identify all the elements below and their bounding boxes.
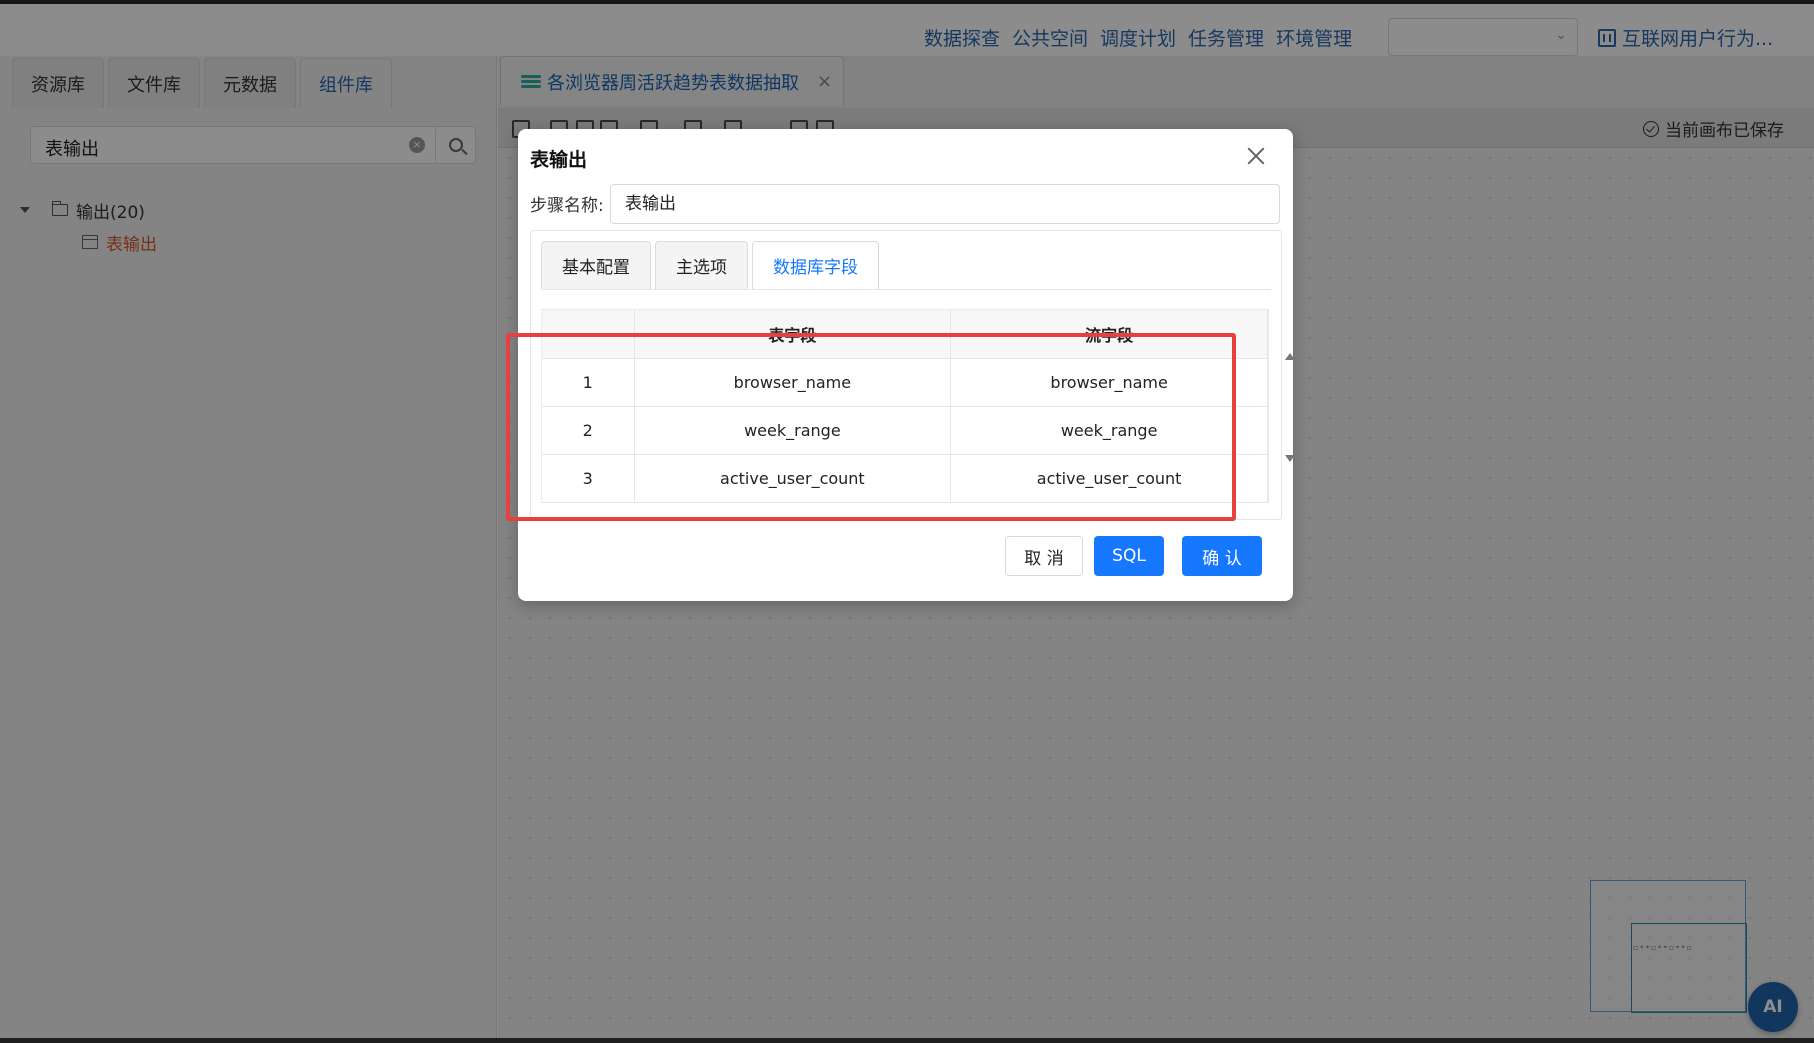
dialog-tabs: 基本配置 主选项 数据库字段 (541, 241, 879, 289)
table-row[interactable]: 2 week_range week_range (542, 406, 1268, 455)
row-index: 1 (542, 358, 635, 407)
stream-field-cell[interactable]: week_range (950, 406, 1268, 455)
col-table-field-header: 表字段 (634, 310, 952, 359)
table-row[interactable]: 3 active_user_count active_user_count (542, 454, 1268, 503)
row-index: 2 (542, 406, 635, 455)
col-index-header (542, 310, 635, 359)
dialog-title: 表输出 (530, 149, 588, 171)
field-mapping-table: 表字段 流字段 1 browser_name browser_name 2 we… (541, 309, 1269, 503)
sql-button[interactable]: SQL (1094, 536, 1164, 576)
confirm-button[interactable]: 确 认 (1182, 536, 1262, 576)
row-index: 3 (542, 454, 635, 503)
tab-db-fields[interactable]: 数据库字段 (752, 241, 879, 289)
tab-basic-config[interactable]: 基本配置 (541, 241, 651, 289)
app-window: 数据探查 公共空间 调度计划 任务管理 环境管理 ⌄ 互联网用户行为... 资源… (0, 0, 1814, 1038)
scroll-up-arrow-icon[interactable] (1285, 353, 1295, 360)
table-field-cell[interactable]: active_user_count (634, 454, 952, 503)
table-output-dialog: 表输出 步骤名称: 表输出 基本配置 主选项 数据库字段 表字段 流字段 1 b… (506, 129, 1295, 601)
scroll-down-arrow-icon[interactable] (1285, 455, 1295, 462)
stream-field-cell[interactable]: active_user_count (950, 454, 1268, 503)
tab-main-options[interactable]: 主选项 (655, 241, 748, 289)
table-field-cell[interactable]: browser_name (634, 358, 952, 407)
table-field-cell[interactable]: week_range (634, 406, 952, 455)
close-icon[interactable] (1247, 147, 1265, 165)
table-row[interactable]: 1 browser_name browser_name (542, 358, 1268, 407)
stream-field-cell[interactable]: browser_name (950, 358, 1268, 407)
table-header-row: 表字段 流字段 (542, 310, 1268, 359)
tabs-divider (541, 289, 1271, 290)
step-name-label: 步骤名称: (530, 196, 604, 216)
col-stream-field-header: 流字段 (950, 310, 1268, 359)
dialog-tabs-card: 基本配置 主选项 数据库字段 表字段 流字段 1 browser_name br… (530, 230, 1295, 520)
step-name-input[interactable]: 表输出 (610, 184, 1280, 224)
cancel-button[interactable]: 取 消 (1005, 536, 1083, 576)
